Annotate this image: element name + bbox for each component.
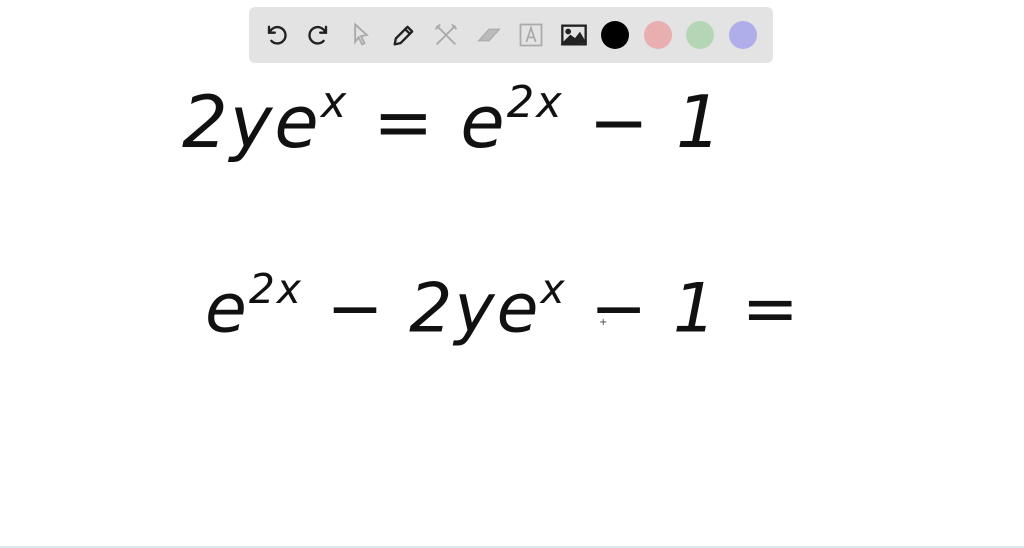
eq2-term-b: − 2ye [302, 269, 541, 349]
pen-icon [393, 25, 413, 46]
eq1-term-a: 2ye [182, 80, 321, 165]
color-red-swatch[interactable] [643, 21, 672, 49]
text-icon [519, 23, 543, 47]
eq2-term-a: e [205, 269, 249, 349]
color-black-swatch[interactable] [601, 21, 629, 49]
color-blue-swatch[interactable] [728, 21, 757, 49]
pen-cursor: + [599, 317, 608, 328]
undo-button[interactable] [261, 20, 291, 50]
select-icon [354, 22, 369, 46]
eq1-exp-b: 2x [506, 78, 564, 128]
redo-button[interactable] [304, 20, 334, 50]
handwritten-equation-1: 2yex = e2x − 1 [182, 78, 724, 164]
tools-button[interactable] [431, 20, 461, 50]
eraser-icon [476, 28, 501, 42]
tools-icon [434, 23, 458, 45]
select-tool[interactable] [346, 20, 376, 50]
eq1-term-b: = e [348, 80, 507, 165]
eq1-term-c: − 1 [563, 80, 724, 165]
redo-icon [307, 25, 327, 45]
eq2-exp-b: x [540, 265, 567, 313]
eq2-term-c: − 1 = [566, 269, 801, 349]
eq2-exp-a: 2x [248, 265, 303, 313]
text-tool[interactable] [516, 20, 546, 50]
handwritten-equation-2: e2x − 2yex − 1 = [205, 265, 801, 349]
eraser-tool[interactable] [474, 20, 504, 50]
image-icon [560, 24, 587, 46]
pen-tool[interactable] [389, 20, 419, 50]
color-green-swatch[interactable] [686, 21, 714, 49]
eq1-exp-a: x [320, 78, 349, 128]
toolbar [249, 7, 773, 63]
undo-icon [267, 25, 287, 45]
image-tool[interactable] [559, 20, 589, 50]
